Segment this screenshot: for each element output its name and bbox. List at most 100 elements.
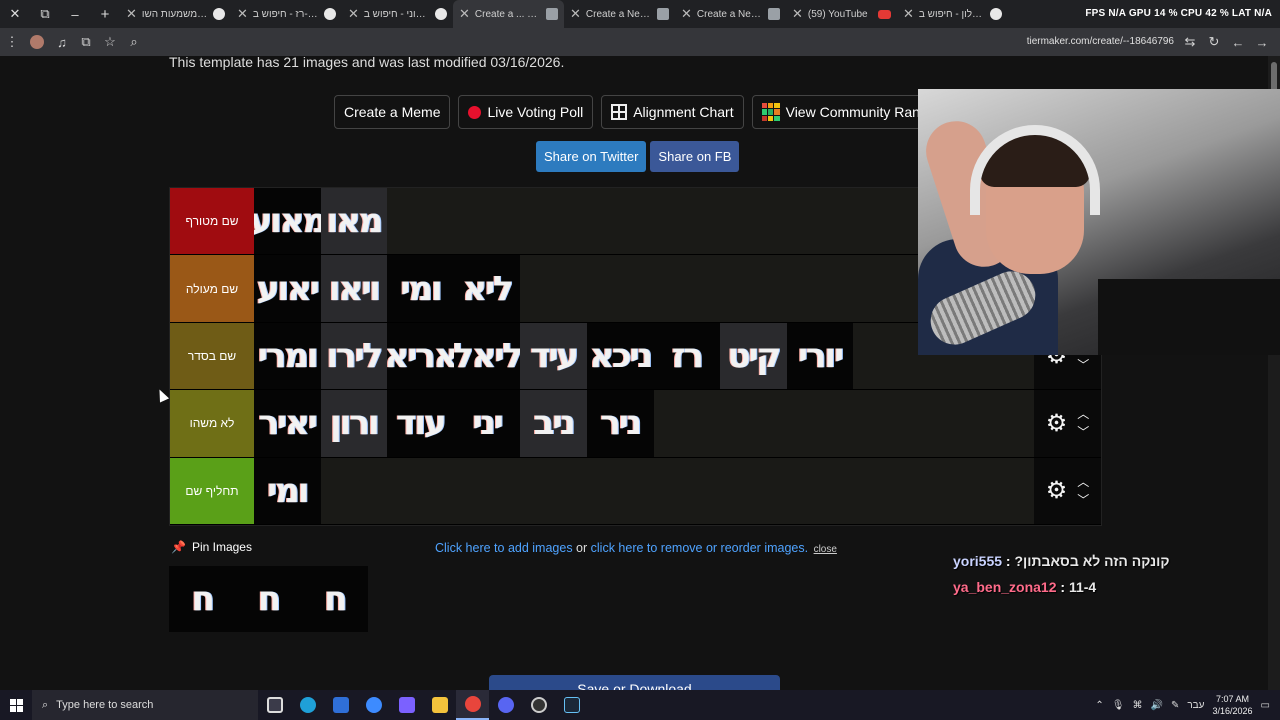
start-button[interactable] — [0, 690, 32, 720]
media-control-icon[interactable]: ♫ — [50, 28, 74, 56]
task-view-icon[interactable] — [258, 690, 291, 720]
close-tab-icon[interactable]: ✕ — [237, 6, 248, 22]
profile-avatar[interactable] — [30, 35, 44, 49]
tier-item-image[interactable]: ליא — [453, 255, 521, 322]
add-images-link[interactable]: Click here to add images — [435, 541, 573, 555]
tier-item-image[interactable]: יורי — [786, 322, 854, 390]
obs-icon[interactable] — [522, 690, 555, 720]
tier-item-image[interactable]: אריא — [387, 322, 454, 390]
close-tab-icon[interactable]: ✕ — [459, 6, 470, 22]
tier-item-image[interactable]: ורון — [320, 390, 388, 457]
mic-icon[interactable]: 🎙 — [1112, 700, 1125, 711]
network-icon[interactable]: ⌘ — [1133, 700, 1143, 711]
create-meme-button[interactable]: Create a Meme — [334, 95, 451, 129]
chevron-down-icon[interactable]: ﹀ — [1077, 359, 1089, 371]
tier-item-image[interactable]: עיד — [520, 322, 587, 390]
pen-icon[interactable]: ✎ — [1171, 700, 1179, 711]
tab-search-icon[interactable]: ⧉ — [30, 0, 60, 28]
tab-5[interactable]: ✕Create a New Tier — [564, 0, 675, 28]
chrome-icon[interactable] — [456, 690, 489, 720]
tier-item-image[interactable]: מאוע — [254, 188, 321, 255]
close-window-icon[interactable]: ✕ — [0, 0, 30, 28]
forward-arrow-icon[interactable]: → — [1250, 28, 1274, 56]
discord-icon[interactable] — [489, 690, 522, 720]
copilot-icon[interactable] — [357, 690, 390, 720]
tab-4-active[interactable]: ✕Create a ... שמות — [453, 0, 564, 28]
tab-8[interactable]: ✕עגלון - חיפוש ב-Google — [897, 0, 1008, 28]
tier-item-image[interactable]: ומי — [254, 457, 321, 524]
pinned-item-image[interactable]: ח — [235, 566, 302, 632]
tier-item-image[interactable]: ליאל — [453, 322, 521, 390]
close-link[interactable]: close — [814, 544, 837, 555]
tier-label[interactable]: לא משהו — [170, 390, 254, 457]
tier-item-image[interactable]: ניב — [520, 390, 587, 457]
tier-item-image[interactable]: ומרי — [254, 322, 321, 390]
tier-item-image[interactable]: רז — [653, 322, 721, 390]
new-tab-button[interactable]: + — [90, 6, 120, 23]
volume-icon[interactable]: 🔊 — [1151, 700, 1163, 711]
tier-item-image[interactable]: קיט — [720, 322, 787, 390]
tier-item-image[interactable]: ניר — [586, 390, 654, 457]
pinned-item-image[interactable]: ח — [301, 566, 368, 632]
tier-item-image[interactable]: ויאו — [320, 255, 388, 322]
chevron-up-icon[interactable]: ︿ — [1077, 476, 1089, 488]
tab-3[interactable]: ✕רוני - חיפוש ב-Google — [342, 0, 453, 28]
tier-label[interactable]: שם מטורף — [170, 188, 254, 255]
tab-6[interactable]: ✕Create a New Tier — [675, 0, 786, 28]
pinned-item-image[interactable]: ח — [169, 566, 236, 632]
tier-label[interactable]: שם בסדר — [170, 322, 254, 390]
steam-icon[interactable] — [555, 690, 588, 720]
tier-label[interactable]: שם מעולה — [170, 255, 254, 322]
close-tab-icon[interactable]: ✕ — [126, 6, 137, 22]
share-fb-button[interactable]: Share on FB — [650, 141, 740, 172]
tab-7[interactable]: ✕ (59) YouTube — [786, 0, 897, 28]
taskbar-search[interactable]: ⌕ Type here to search — [32, 690, 258, 720]
tier-item-image[interactable]: לירו — [320, 322, 388, 390]
tier-item-image[interactable]: יני — [453, 390, 521, 457]
save-or-download-button[interactable]: Save or Download — [489, 675, 780, 690]
clock[interactable]: 7:07 AM 3/16/2026 — [1213, 693, 1253, 717]
close-tab-icon[interactable]: ✕ — [903, 6, 914, 22]
close-tab-icon[interactable]: ✕ — [681, 6, 692, 22]
teams-icon[interactable] — [390, 690, 423, 720]
store-icon[interactable] — [324, 690, 357, 720]
url-field[interactable]: tiermaker.com/create/--18646796 — [1027, 36, 1174, 47]
gear-icon[interactable]: ⚙ — [1046, 476, 1068, 505]
edge-icon[interactable] — [291, 690, 324, 720]
tab-2[interactable]: ✕רז - חיפוש ב-Google — [231, 0, 342, 28]
notifications-icon[interactable]: ▭ — [1261, 700, 1270, 711]
move-arrows: ︿﹀ — [1077, 408, 1089, 438]
alignment-chart-button[interactable]: Alignment Chart — [601, 95, 744, 129]
tier-item-image[interactable]: מאו — [320, 188, 388, 255]
remove-reorder-link[interactable]: click here to remove or reorder images. — [591, 541, 808, 555]
minimize-icon[interactable]: – — [60, 0, 90, 28]
tier-item-image[interactable]: יאוע — [254, 255, 321, 322]
chevron-up-icon[interactable]: ⌃ — [1095, 700, 1103, 711]
tier-label[interactable]: תחליף שם — [170, 457, 254, 524]
extensions-icon[interactable]: ⧉ — [74, 28, 98, 56]
zoom-icon[interactable]: ⌕ — [122, 28, 146, 56]
tier-item-image[interactable]: יאיר — [254, 390, 321, 457]
site-settings-icon[interactable]: ⇆ — [1178, 28, 1202, 56]
chevron-up-icon[interactable]: ︿ — [1077, 408, 1089, 420]
back-arrow-icon[interactable]: ← — [1226, 28, 1250, 56]
close-tab-icon[interactable]: ✕ — [792, 6, 803, 22]
tier-item-image[interactable]: ומי — [387, 255, 454, 322]
file-explorer-icon[interactable] — [423, 690, 456, 720]
close-tab-icon[interactable]: ✕ — [570, 6, 581, 22]
language-indicator[interactable]: עבר — [1187, 700, 1204, 711]
bookmark-star-icon[interactable]: ☆ — [98, 28, 122, 56]
reload-icon[interactable]: ↻ — [1202, 28, 1226, 56]
tier-item-image[interactable]: ניכא — [586, 322, 654, 390]
chevron-down-icon[interactable]: ﹀ — [1077, 494, 1089, 506]
menu-dots-icon[interactable]: ⋮ — [0, 28, 24, 56]
close-tab-icon[interactable]: ✕ — [348, 6, 359, 22]
tier-item-image[interactable]: עוד — [387, 390, 454, 457]
pin-images-toggle[interactable]: 📌 Pin Images — [171, 540, 252, 554]
live-voting-poll-button[interactable]: Live Voting Poll — [458, 95, 594, 129]
gear-icon[interactable]: ⚙ — [1046, 409, 1068, 438]
share-twitter-button[interactable]: Share on Twitter — [536, 141, 647, 172]
google-favicon-icon — [324, 8, 336, 20]
tab-1[interactable]: ✕מהי משמעות השו — [120, 0, 231, 28]
chevron-down-icon[interactable]: ﹀ — [1077, 426, 1089, 438]
